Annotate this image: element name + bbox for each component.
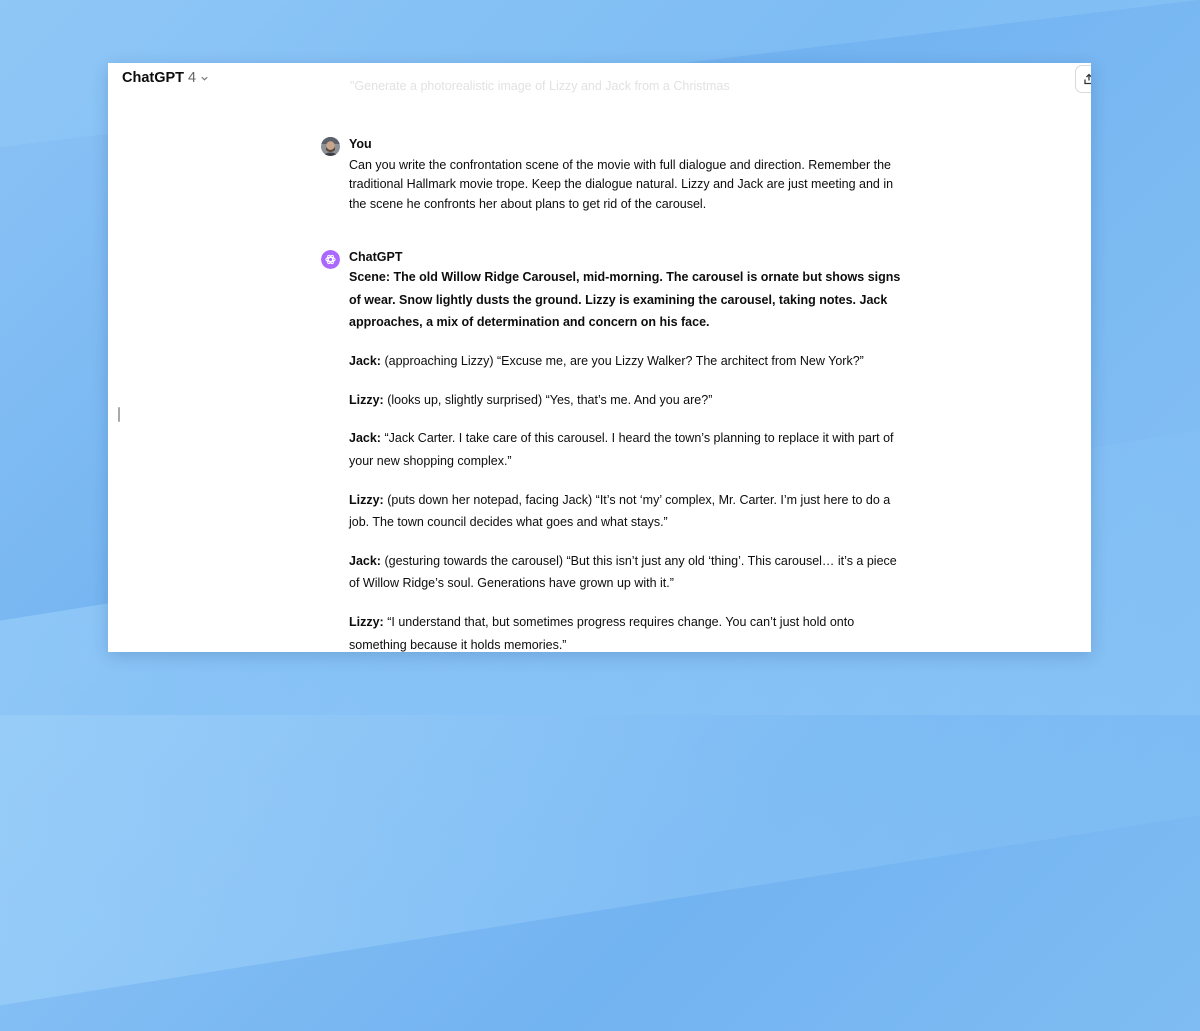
scene-description: Scene: The old Willow Ridge Carousel, mi… xyxy=(349,270,901,329)
dialogue-text: (gesturing towards the carousel) “But th… xyxy=(349,553,897,591)
dialogue-text: (looks up, slightly surprised) “Yes, tha… xyxy=(383,392,713,407)
speaker-name: Jack: xyxy=(349,553,381,568)
speaker-name: Lizzy: xyxy=(349,392,384,407)
dialogue-line: Lizzy: (puts down her notepad, facing Ja… xyxy=(349,489,904,534)
dialogue-line: Jack: (approaching Lizzy) “Excuse me, ar… xyxy=(349,350,904,373)
model-version: 4 xyxy=(188,70,197,86)
dialogue-text: “Jack Carter. I take care of this carous… xyxy=(349,431,894,468)
assistant-message-body: Scene: The old Willow Ridge Carousel, mi… xyxy=(349,266,904,652)
model-selector[interactable]: ChatGPT 4 xyxy=(122,70,209,86)
dialogue-line: Lizzy: (looks up, slightly surprised) “Y… xyxy=(349,389,904,412)
speaker-name: Jack: xyxy=(349,431,381,446)
dialogue-line: Lizzy: “I understand that, but sometimes… xyxy=(349,611,904,652)
dialogue-line: Jack: “Jack Carter. I take care of this … xyxy=(349,427,904,472)
user-author-label: You xyxy=(349,137,372,151)
share-icon xyxy=(1084,73,1091,85)
chevron-down-icon xyxy=(201,76,208,81)
faded-previous-prompt: "Generate a photorealistic image of Lizz… xyxy=(350,79,730,93)
assistant-avatar xyxy=(321,250,340,269)
dialogue-text: (approaching Lizzy) “Excuse me, are you … xyxy=(380,353,864,368)
sidebar-drag-handle[interactable] xyxy=(118,407,120,422)
user-message-text: Can you write the confrontation scene of… xyxy=(349,158,894,211)
share-button[interactable] xyxy=(1075,65,1091,93)
user-avatar xyxy=(321,137,340,156)
assistant-author-label: ChatGPT xyxy=(349,250,403,264)
speaker-name: Jack: xyxy=(349,353,381,368)
speaker-name: Lizzy: xyxy=(349,492,384,507)
dialogue-text: “I understand that, but sometimes progre… xyxy=(349,615,855,652)
model-name: ChatGPT xyxy=(122,70,185,86)
dialogue-line: Jack: (gesturing towards the carousel) “… xyxy=(349,550,904,595)
openai-logo-icon xyxy=(321,250,340,269)
dialogue-text: (puts down her notepad, facing Jack) “It… xyxy=(349,492,891,530)
chat-window: ChatGPT 4 "Generate a photorealistic ima… xyxy=(108,63,1091,652)
speaker-name: Lizzy: xyxy=(349,615,384,630)
